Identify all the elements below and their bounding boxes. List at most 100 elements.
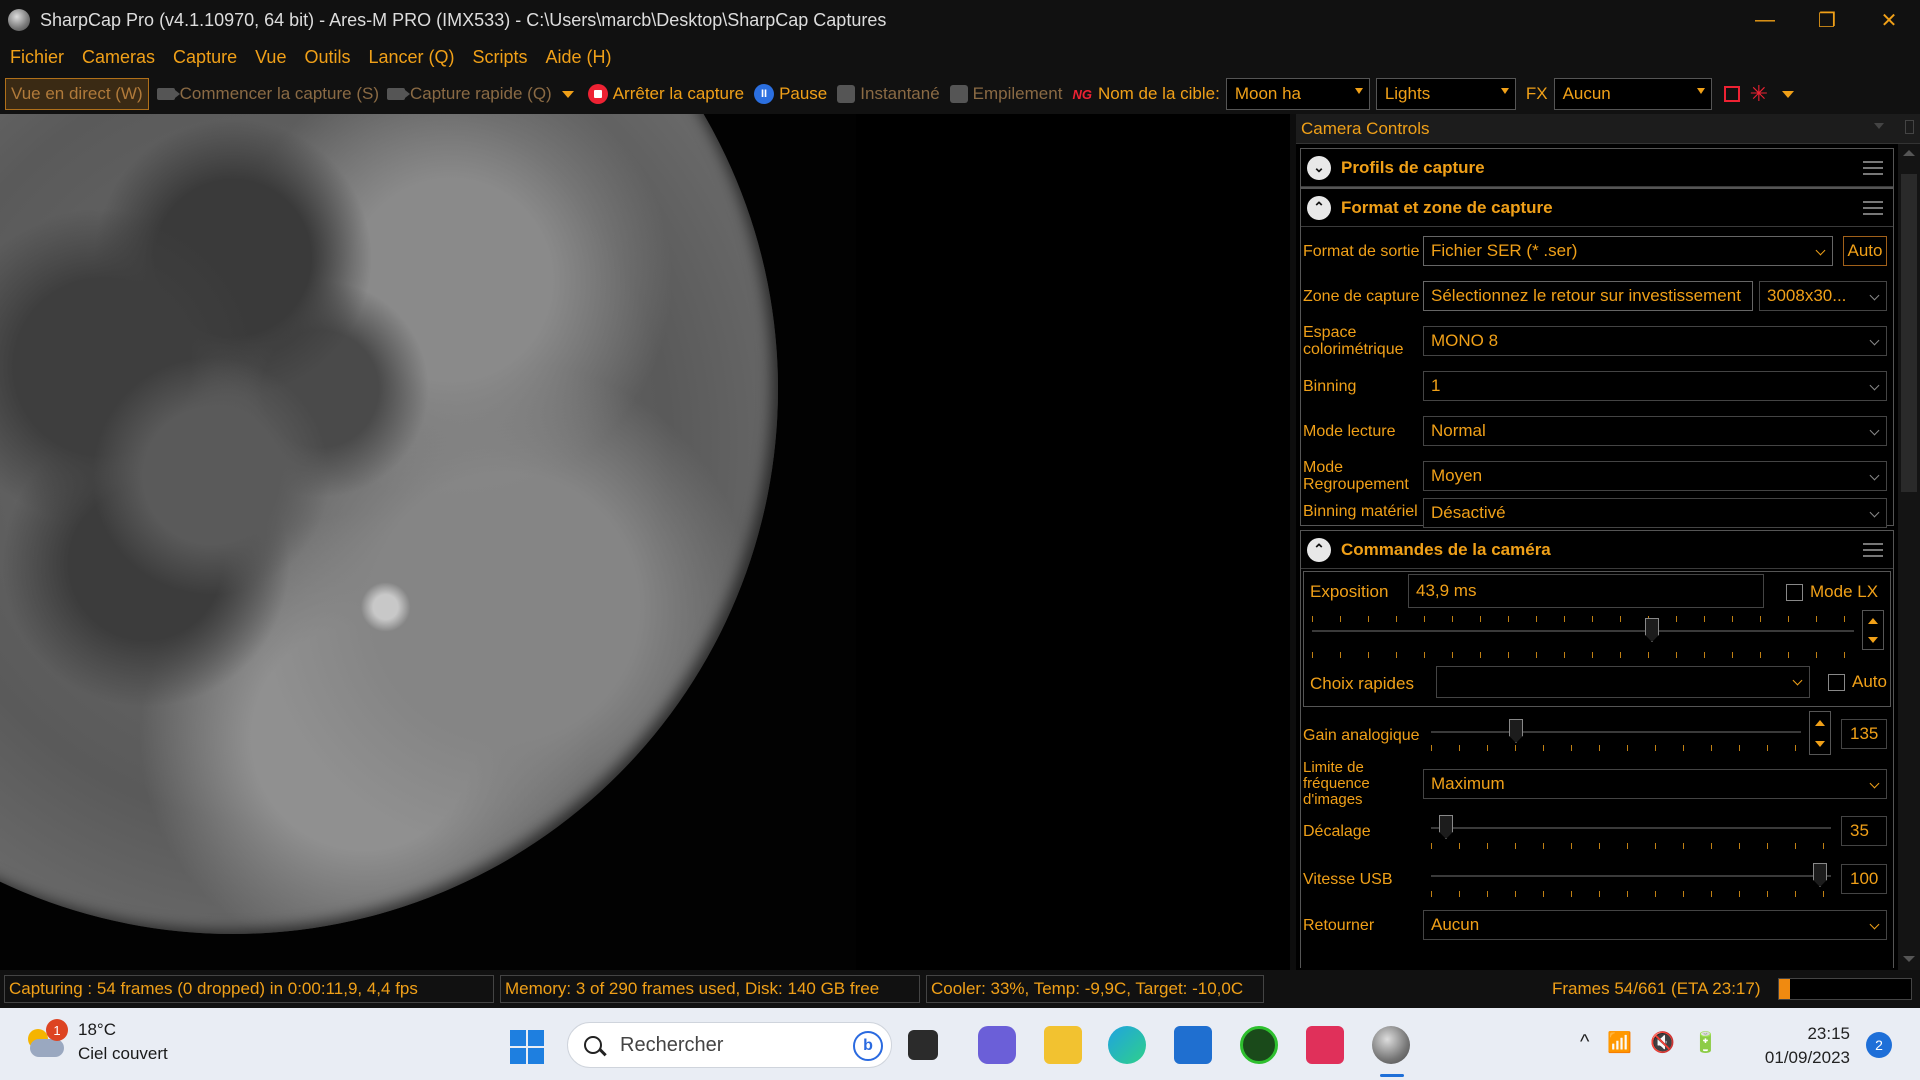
image-viewer[interactable]	[0, 114, 1290, 970]
camera-controls-title: Commandes de la caméra	[1341, 539, 1551, 559]
minimize-button[interactable]: —	[1734, 0, 1796, 40]
menu-cameras[interactable]: Cameras	[82, 47, 155, 68]
windows-start-icon[interactable]	[510, 1030, 544, 1064]
output-format-select[interactable]: Fichier SER (* .ser)	[1423, 236, 1833, 266]
read-mode-select[interactable]: Normal	[1423, 416, 1887, 446]
exposure-slider[interactable]	[1312, 614, 1854, 650]
color-space-value: MONO 8	[1431, 331, 1499, 350]
camera-controls-header[interactable]: ⌃ Commandes de la caméra	[1301, 531, 1893, 569]
lx-mode-checkbox[interactable]	[1786, 584, 1803, 601]
sharpcap-taskbar-icon[interactable]	[1372, 1026, 1410, 1064]
panel-menu-icon[interactable]	[1874, 123, 1884, 129]
stop-capture-button[interactable]: Arrêter la capture	[587, 84, 744, 104]
weather-widget[interactable]: 1 18°C Ciel couvert	[24, 1018, 168, 1066]
exposure-input[interactable]: 43,9 ms	[1408, 574, 1764, 608]
speaker-muted-icon[interactable]: 🔇	[1650, 1030, 1675, 1055]
menu-aide[interactable]: Aide (H)	[546, 47, 612, 68]
gain-spinner[interactable]	[1809, 711, 1831, 755]
reticle-square-icon[interactable]	[1723, 86, 1740, 102]
profiles-header[interactable]: ⌄ Profils de capture	[1301, 149, 1893, 187]
pause-button[interactable]: II Pause	[754, 84, 827, 104]
edge-browser-icon[interactable]	[1108, 1026, 1146, 1064]
slider-thumb[interactable]	[1439, 815, 1453, 839]
toolbar-overflow-icon[interactable]	[1782, 90, 1794, 98]
bing-icon[interactable]: b	[853, 1031, 883, 1061]
stack-icon	[949, 85, 968, 103]
active-app-indicator	[1380, 1074, 1404, 1077]
lx-mode-label: Mode LX	[1810, 582, 1879, 601]
auto-exposure-label: Auto	[1852, 672, 1887, 691]
tray-overflow-icon[interactable]: ^	[1580, 1031, 1589, 1054]
capture-progress-bar	[1778, 978, 1912, 1000]
sharpcap-app-icon	[8, 9, 30, 31]
format-header[interactable]: ⌃ Format et zone de capture	[1301, 189, 1893, 227]
taskbar-search[interactable]: Rechercher b	[567, 1022, 892, 1068]
quick-choices-select[interactable]	[1436, 666, 1810, 698]
spin-up-icon[interactable]	[1810, 712, 1830, 733]
panel-scrollbar[interactable]	[1898, 144, 1920, 970]
hamburger-icon[interactable]	[1863, 201, 1883, 215]
stacking-button[interactable]: Empilement	[949, 84, 1063, 104]
offset-slider[interactable]	[1431, 811, 1831, 847]
menu-capture[interactable]: Capture	[173, 47, 237, 68]
frame-type-select[interactable]: Lights	[1375, 78, 1516, 110]
usb-speed-value-input[interactable]: 100	[1841, 864, 1887, 894]
hamburger-icon[interactable]	[1863, 161, 1883, 175]
hw-binning-select[interactable]: Désactivé	[1423, 498, 1887, 528]
teams-chat-icon[interactable]	[978, 1026, 1016, 1064]
nina-icon[interactable]	[1306, 1026, 1344, 1064]
slider-thumb[interactable]	[1509, 719, 1523, 743]
video-camera-icon	[156, 88, 180, 100]
battery-icon[interactable]: 🔋	[1693, 1030, 1718, 1055]
memory-status: Memory: 3 of 290 frames used, Disk: 140 …	[500, 975, 920, 1003]
frame-rate-select[interactable]: Maximum	[1423, 769, 1887, 799]
scroll-up-icon[interactable]	[1903, 150, 1915, 156]
reticle-cross-icon[interactable]: ✳	[1750, 81, 1768, 107]
quick-capture-button[interactable]: Capture rapide (Q)	[386, 84, 552, 104]
output-format-auto-button[interactable]: Auto	[1843, 236, 1887, 266]
binning-select[interactable]: 1	[1423, 371, 1887, 401]
hamburger-icon[interactable]	[1863, 543, 1883, 557]
capture-area-size-select[interactable]: 3008x30...	[1759, 281, 1887, 311]
slider-thumb[interactable]	[1645, 618, 1659, 642]
menu-lancer[interactable]: Lancer (Q)	[368, 47, 454, 68]
phd-guiding-icon[interactable]	[1240, 1026, 1278, 1064]
panel-title: Camera Controls	[1301, 118, 1430, 138]
spin-up-icon[interactable]	[1863, 611, 1883, 630]
live-view-button[interactable]: Vue en direct (W)	[5, 78, 149, 110]
menu-fichier[interactable]: Fichier	[10, 47, 64, 68]
spin-down-icon[interactable]	[1863, 630, 1883, 649]
menu-vue[interactable]: Vue	[255, 47, 286, 68]
auto-exposure-checkbox[interactable]	[1828, 674, 1845, 691]
usb-speed-slider[interactable]	[1431, 859, 1831, 895]
scroll-down-icon[interactable]	[1903, 956, 1915, 962]
clock[interactable]: 23:15 01/09/2023	[1750, 1022, 1850, 1070]
task-view-icon[interactable]	[908, 1030, 938, 1060]
quick-capture-dropdown-icon[interactable]	[561, 90, 574, 98]
menu-scripts[interactable]: Scripts	[473, 47, 528, 68]
start-capture-button[interactable]: Commencer la capture (S)	[156, 84, 379, 104]
scroll-thumb[interactable]	[1901, 174, 1917, 492]
menu-outils[interactable]: Outils	[304, 47, 350, 68]
file-explorer-icon[interactable]	[1044, 1026, 1082, 1064]
slider-thumb[interactable]	[1813, 863, 1827, 887]
stacking-label: Empilement	[972, 84, 1063, 103]
microsoft-store-icon[interactable]	[1174, 1026, 1212, 1064]
hw-binning-row: Binning matériel Désactivé	[1301, 481, 1895, 528]
wifi-icon[interactable]: 📶	[1607, 1030, 1632, 1055]
target-name-select[interactable]: Moon ha	[1225, 78, 1370, 110]
pin-icon[interactable]	[1905, 120, 1914, 134]
fx-select[interactable]: Aucun	[1553, 78, 1712, 110]
color-space-select[interactable]: MONO 8	[1423, 326, 1887, 356]
close-button[interactable]: ✕	[1858, 0, 1920, 40]
offset-value-input[interactable]: 35	[1841, 816, 1887, 846]
offset-label: Décalage	[1303, 822, 1371, 840]
gain-value-input[interactable]: 135	[1841, 719, 1887, 749]
exposure-spinner[interactable]	[1862, 610, 1884, 650]
select-roi-button[interactable]: Sélectionnez le retour sur investissemen…	[1423, 281, 1753, 311]
restore-button[interactable]: ❐	[1796, 0, 1858, 40]
snapshot-button[interactable]: Instantané	[837, 84, 940, 104]
notification-badge[interactable]: 2	[1866, 1032, 1892, 1058]
flip-select[interactable]: Aucun	[1423, 910, 1887, 940]
spin-down-icon[interactable]	[1810, 733, 1830, 754]
